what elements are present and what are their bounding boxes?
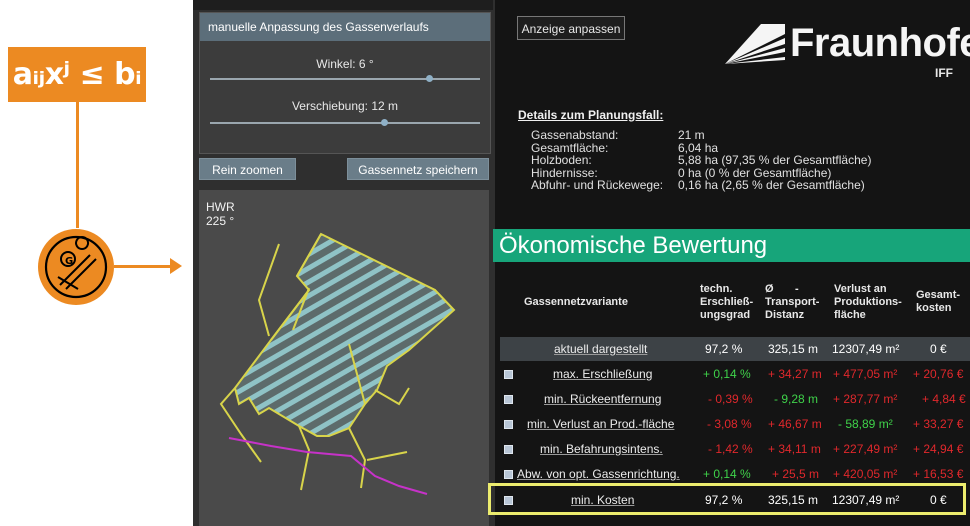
col-header-coverage: techn. Erschließ-ungsgrad [700, 283, 754, 321]
table-row[interactable]: min. Befahrungsintens. - 1,42 % + 34,11 … [500, 437, 970, 461]
cost-value: + 4,84 € [922, 392, 966, 406]
loss-value: - 58,89 m² [838, 417, 893, 431]
arrow-right-icon [170, 258, 182, 274]
loss-value: 12307,49 m² [832, 342, 900, 356]
variant-name[interactable]: min. Befahrungsintens. [540, 437, 663, 461]
cost-value: + 33,27 € [913, 417, 964, 431]
distance-value: + 34,11 m [768, 442, 821, 456]
map-pin-icon: G [38, 229, 114, 305]
distance-value: - 9,28 m [774, 392, 819, 406]
col-header-loss: Verlust an Produktions-fläche [834, 283, 902, 321]
table-row[interactable]: min. Rückeentfernung - 0,39 % - 9,28 m +… [500, 387, 970, 411]
formula-text: aᵢⱼxʲ ≤ bᵢ [12, 57, 142, 92]
detail-value: 5,88 ha (97,35 % der Gesamtfläche) [678, 153, 872, 167]
connector-line [76, 102, 79, 228]
loss-value: + 477,05 m² [833, 367, 898, 381]
fraunhofer-logo-text: Fraunhofer [790, 21, 970, 65]
table-row[interactable]: max. Erschließung + 0,14 % + 34,27 m + 4… [500, 362, 970, 386]
distance-value: + 34,27 m [768, 367, 822, 381]
min-cost-highlight [488, 483, 966, 515]
cost-value: + 20,76 € [913, 367, 964, 381]
adjustment-panel: manuelle Anpassung des Gassenverlaufs Wi… [199, 12, 491, 154]
loss-value: + 227,49 m² [833, 442, 898, 456]
variant-name[interactable]: min. Verlust an Prod.-fläche [527, 412, 674, 436]
connector-line [114, 265, 172, 268]
zoom-in-button[interactable]: Rein zoomen [199, 158, 296, 180]
row-checkbox[interactable] [504, 370, 513, 379]
details-keys: Gassenabstand: Gesamtfläche: Holzboden: … [531, 129, 671, 192]
table-row[interactable]: aktuell dargestellt 97,2 % 325,15 m 1230… [500, 337, 970, 361]
details-values: 21 m 6,04 ha 5,88 ha (97,35 % der Gesamt… [678, 129, 968, 192]
coverage-value: - 1,42 % [708, 442, 753, 456]
section-title: Ökonomische Bewertung [493, 229, 970, 262]
angle-label: Winkel: 6 ° [316, 57, 374, 71]
detail-key: Abfuhr- und Rückewege: [531, 178, 664, 192]
col-header-cost: Gesamt-kosten [916, 289, 961, 314]
map-view[interactable]: HWR 225 ° [199, 190, 489, 526]
adjust-display-button[interactable]: Anzeige anpassen [517, 16, 625, 40]
panel-title: manuelle Anpassung des Gassenverlaufs [200, 13, 490, 41]
detail-value: 0,16 ha (2,65 % der Gesamtfläche) [678, 178, 865, 192]
constraint-formula: aᵢⱼxʲ ≤ bᵢ [8, 47, 146, 102]
detail-value: 21 m [678, 128, 705, 142]
row-checkbox[interactable] [504, 470, 513, 479]
col-header-distance: Ø - Transport- Distanz [765, 283, 820, 321]
row-checkbox[interactable] [504, 445, 513, 454]
top-strip [193, 0, 493, 10]
variant-name[interactable]: min. Rückeentfernung [544, 387, 661, 411]
row-checkbox[interactable] [504, 395, 513, 404]
distance-value: 325,15 m [768, 342, 819, 356]
shift-slider[interactable] [210, 119, 480, 127]
table-row[interactable]: min. Verlust an Prod.-fläche - 3,08 % + … [500, 412, 970, 436]
row-checkbox[interactable] [504, 420, 513, 429]
shift-slider-thumb[interactable] [380, 119, 388, 126]
forest-stand-map [219, 232, 456, 495]
iff-label: IFF [935, 66, 953, 80]
angle-slider-thumb[interactable] [425, 75, 433, 82]
col-header-variant: Gassennetzvariante [524, 296, 628, 308]
coverage-value: - 3,08 % [707, 417, 752, 431]
angle-slider[interactable] [210, 75, 480, 83]
details-title: Details zum Planungsfall: [518, 108, 664, 122]
coverage-value: 97,2 % [705, 342, 743, 356]
cost-value: + 24,94 € [913, 442, 964, 456]
svg-text:G: G [65, 256, 73, 267]
fraunhofer-logo-icon [725, 24, 785, 64]
detail-key: Holzboden: [531, 153, 592, 167]
loss-value: + 287,77 m² [833, 392, 898, 406]
cost-value: 0 € [930, 342, 947, 356]
distance-value: + 46,67 m [768, 417, 822, 431]
detail-key: Gassenabstand: [531, 128, 619, 142]
variant-name[interactable]: max. Erschließung [553, 362, 652, 386]
variant-name[interactable]: aktuell dargestellt [554, 337, 647, 361]
save-network-button[interactable]: Gassennetz speichern [347, 158, 489, 180]
coverage-value: + 0,14 % [703, 367, 751, 381]
shift-label: Verschiebung: 12 m [291, 99, 399, 113]
coverage-value: - 0,39 % [708, 392, 753, 406]
